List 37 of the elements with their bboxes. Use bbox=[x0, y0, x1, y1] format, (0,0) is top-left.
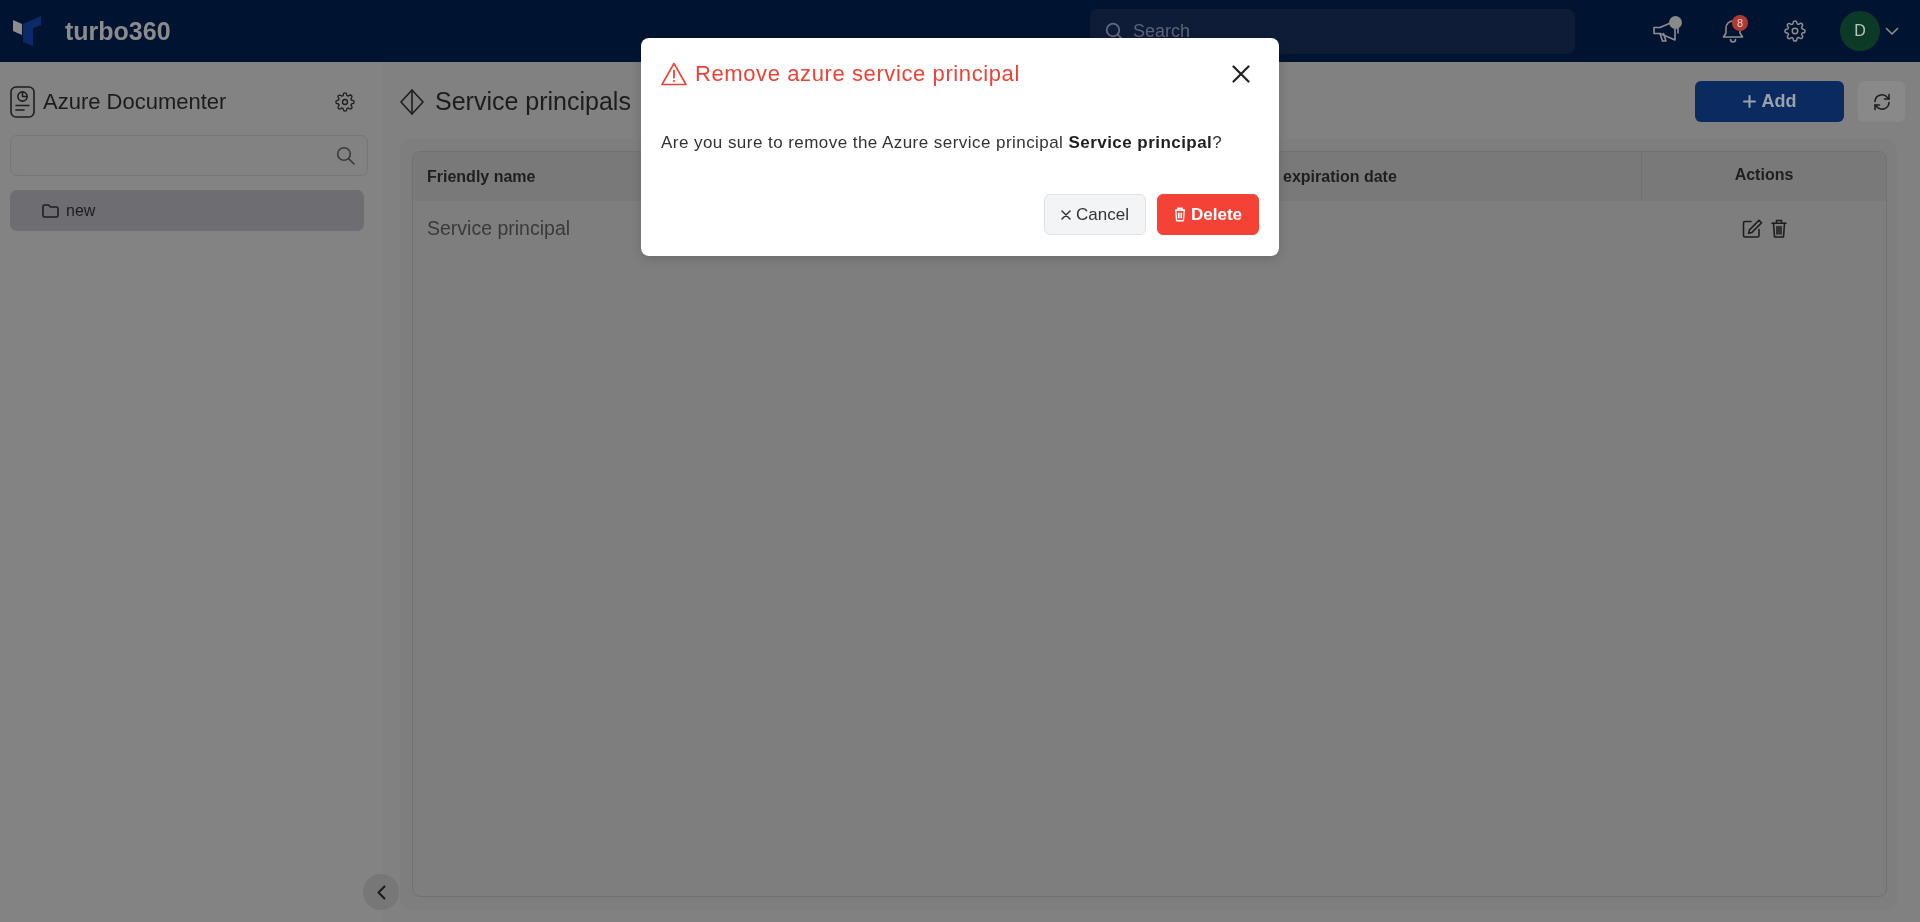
chevron-down-icon[interactable] bbox=[1885, 26, 1899, 36]
chevron-left-icon bbox=[376, 884, 386, 900]
search-field[interactable] bbox=[10, 135, 368, 176]
user-avatar[interactable]: D bbox=[1840, 11, 1880, 51]
trash-icon bbox=[1174, 207, 1186, 222]
folder-icon bbox=[42, 203, 59, 218]
tree-item[interactable]: new bbox=[10, 190, 364, 231]
logo-icon bbox=[13, 16, 41, 46]
sidebar-title: Azure Documenter bbox=[43, 89, 227, 115]
refresh-icon bbox=[1871, 91, 1892, 112]
document-icon bbox=[10, 86, 35, 118]
settings-icon[interactable] bbox=[335, 92, 355, 112]
x-icon bbox=[1061, 209, 1072, 220]
close-icon bbox=[1232, 65, 1250, 83]
dialog-message: Are you sure to remove the Azure service principal Service principal? bbox=[661, 132, 1223, 154]
trash-icon[interactable] bbox=[1771, 218, 1787, 238]
warning-icon bbox=[661, 62, 687, 86]
page-title: Service principals bbox=[435, 87, 631, 116]
notification-badge: 8 bbox=[1732, 15, 1748, 31]
close-button[interactable] bbox=[1232, 65, 1250, 83]
dialog-title: Remove azure service principal bbox=[695, 61, 1020, 87]
search-icon bbox=[1105, 21, 1124, 41]
edit-icon[interactable] bbox=[1742, 218, 1763, 238]
plus-icon bbox=[1742, 95, 1756, 108]
search-icon bbox=[336, 146, 355, 165]
refresh-button[interactable] bbox=[1858, 81, 1905, 122]
column-header: expiration date bbox=[1282, 166, 1398, 187]
table-cell: Service principal bbox=[427, 216, 571, 240]
settings-icon[interactable] bbox=[1784, 20, 1806, 42]
diamond-icon bbox=[400, 88, 424, 115]
bell-icon[interactable] bbox=[1722, 19, 1744, 43]
logo-text: turbo360 bbox=[65, 16, 171, 46]
column-header: Friendly name bbox=[426, 166, 537, 187]
delete-button[interactable]: Delete bbox=[1157, 194, 1259, 235]
add-button[interactable]: Add bbox=[1695, 81, 1844, 122]
cancel-button[interactable]: Cancel bbox=[1044, 194, 1146, 235]
column-header: Actions bbox=[1641, 152, 1886, 201]
